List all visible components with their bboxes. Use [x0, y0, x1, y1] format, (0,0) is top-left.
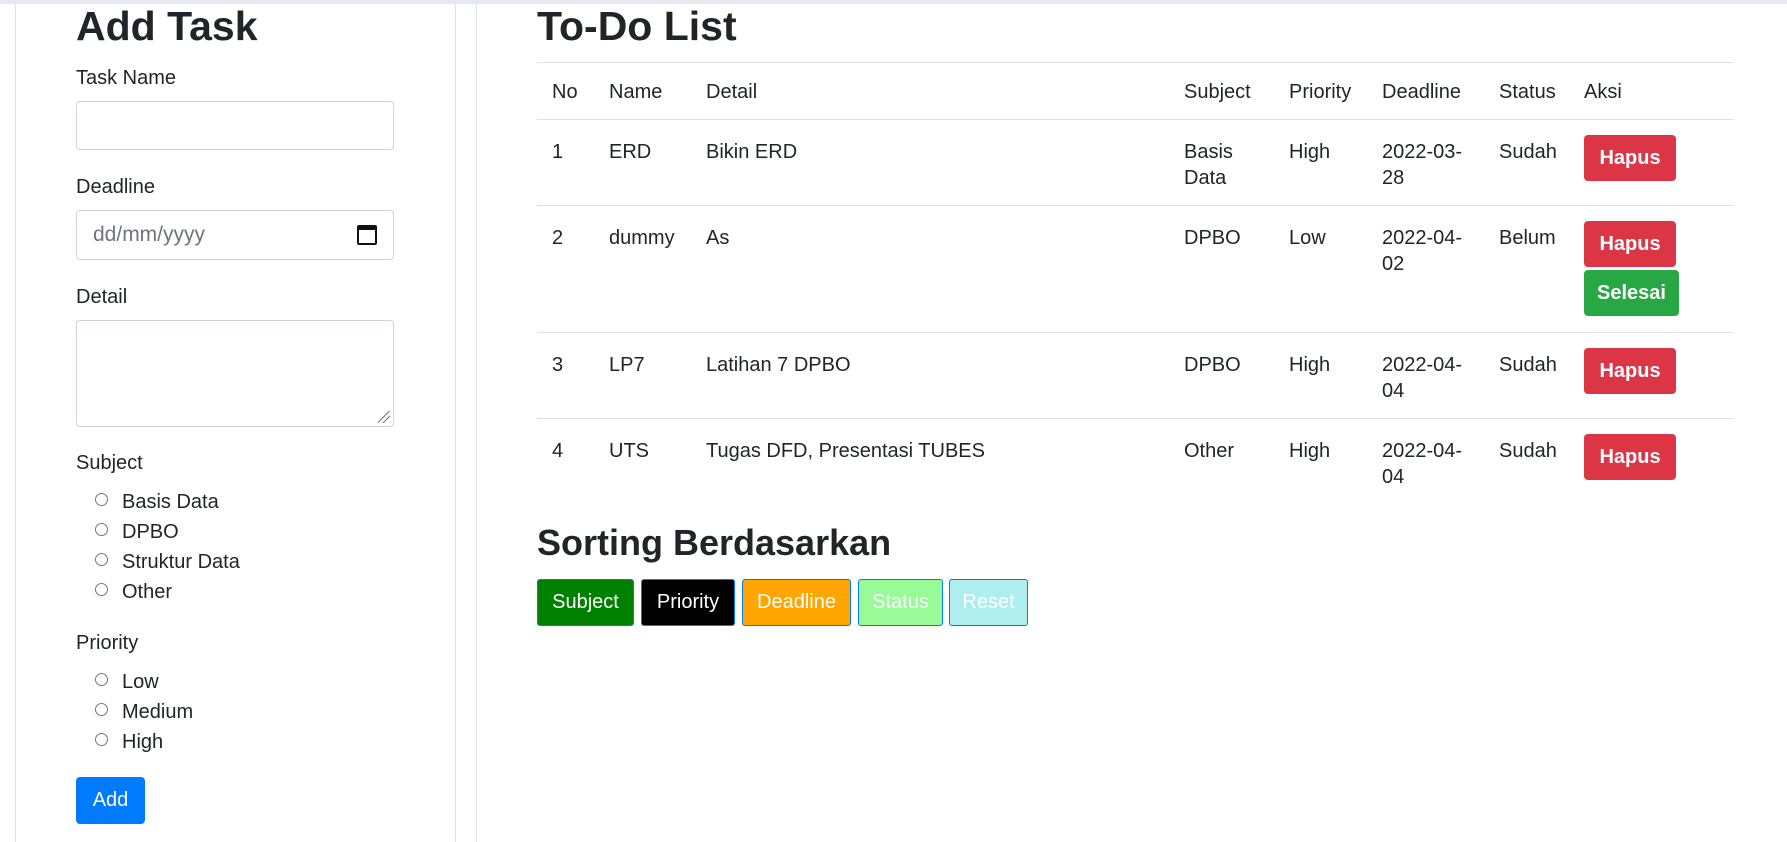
title-divider — [537, 62, 1734, 63]
cell-actions: Hapus — [1569, 332, 1734, 419]
deadline-placeholder: dd/mm/yyyy — [93, 223, 206, 246]
form-title: Add Task — [76, 3, 258, 49]
subject-option-label: Basis Data — [122, 491, 219, 513]
cell-subject: DPBO — [1169, 332, 1274, 419]
detail-textarea[interactable] — [76, 320, 394, 427]
window-top-border — [0, 0, 1787, 4]
column-header-detail: Detail — [691, 65, 1169, 120]
column-header-priority: Priority — [1274, 65, 1367, 120]
radio-basis-data[interactable] — [95, 492, 108, 506]
subject-option-label: Struktur Data — [122, 551, 240, 573]
cell-actions: Hapus — [1569, 419, 1734, 505]
subject-label: Subject — [76, 452, 143, 474]
sort-reset-button[interactable]: Reset — [949, 579, 1028, 626]
detail-label: Detail — [76, 286, 128, 308]
cell-priority: Low — [1274, 205, 1367, 333]
priority-option-high[interactable]: High — [95, 729, 163, 755]
sorting-title: Sorting Berdasarkan — [537, 522, 892, 563]
calendar-icon[interactable] — [357, 225, 377, 245]
subject-option-dpbo[interactable]: DPBO — [95, 519, 179, 545]
priority-option-low[interactable]: Low — [95, 669, 159, 695]
cell-priority: High — [1274, 119, 1367, 206]
add-task-button[interactable]: Add — [76, 777, 145, 824]
task-name-label: Task Name — [76, 67, 177, 89]
cell-status: Belum — [1484, 205, 1569, 333]
page-left-border — [15, 4, 16, 842]
table-row: 2 dummy As DPBO Low 2022-04-02 Belum Hap… — [537, 205, 1734, 333]
form-column-border — [455, 4, 456, 842]
priority-option-label: Medium — [122, 701, 194, 723]
radio-high[interactable] — [95, 732, 108, 746]
radio-medium[interactable] — [95, 702, 108, 716]
deadline-date-input[interactable]: dd/mm/yyyy — [76, 210, 394, 260]
subject-option-label: Other — [122, 581, 173, 603]
table-row: 3 LP7 Latihan 7 DPBO DPBO High 2022-04-0… — [537, 332, 1734, 419]
radio-dpbo[interactable] — [95, 522, 108, 536]
priority-option-label: High — [122, 731, 164, 753]
cell-actions: Hapus Selesai — [1569, 205, 1734, 333]
sort-priority-button[interactable]: Priority — [641, 579, 735, 626]
column-header-no: No — [537, 65, 594, 120]
cell-deadline: 2022-04-04 — [1382, 440, 1463, 488]
column-header-name: Name — [594, 65, 691, 120]
cell-priority: High — [1274, 332, 1367, 419]
sort-status-button[interactable]: Status — [858, 579, 943, 626]
column-header-deadline: Deadline — [1367, 65, 1484, 120]
cell-status: Sudah — [1499, 440, 1557, 462]
cell-detail: As — [691, 205, 1169, 333]
cell-detail: Latihan 7 DPBO — [691, 332, 1169, 419]
hapus-button[interactable]: Hapus — [1584, 348, 1676, 394]
cell-name: dummy — [594, 205, 691, 333]
cell-priority: High — [1289, 440, 1331, 462]
radio-other[interactable] — [95, 582, 108, 596]
cell-actions: Hapus — [1569, 119, 1734, 206]
cell-status: Sudah — [1484, 119, 1569, 206]
list-column-border — [476, 4, 477, 842]
hapus-button[interactable]: Hapus — [1584, 135, 1676, 181]
task-name-input[interactable] — [76, 101, 394, 150]
cell-no: 4 — [552, 440, 564, 462]
todo-table: No Name Detail Subject Priority Deadline… — [537, 65, 1734, 504]
radio-low[interactable] — [95, 672, 108, 686]
table-header-row: No Name Detail Subject Priority Deadline… — [537, 65, 1734, 120]
priority-option-label: Low — [122, 671, 159, 693]
cell-name: UTS — [609, 440, 649, 462]
sort-deadline-button[interactable]: Deadline — [742, 579, 851, 626]
cell-no: 2 — [537, 205, 594, 333]
table-row: 1 ERD Bikin ERD Basis Data High 2022-03-… — [537, 119, 1734, 206]
priority-label: Priority — [76, 632, 139, 654]
subject-option-label: DPBO — [122, 521, 179, 543]
resize-grip-icon[interactable] — [378, 411, 390, 423]
cell-deadline: 2022-04-04 — [1367, 332, 1484, 419]
table-row: 4 UTS Tugas DFD, Presentasi TUBES Other … — [537, 419, 1734, 505]
cell-name: ERD — [594, 119, 691, 206]
cell-name: LP7 — [594, 332, 691, 419]
cell-subject: DPBO — [1169, 205, 1274, 333]
cell-deadline: 2022-03-28 — [1367, 119, 1484, 206]
todo-table-container: No Name Detail Subject Priority Deadline… — [537, 65, 1734, 504]
hapus-button[interactable]: Hapus — [1584, 221, 1676, 267]
subject-option-basis-data[interactable]: Basis Data — [95, 489, 219, 515]
cell-detail: Bikin ERD — [691, 119, 1169, 206]
cell-subject: Other — [1184, 440, 1235, 462]
priority-option-medium[interactable]: Medium — [95, 699, 193, 725]
deadline-label: Deadline — [76, 176, 155, 198]
cell-detail: Tugas DFD, Presentasi TUBES — [706, 440, 985, 462]
cell-status: Sudah — [1484, 332, 1569, 419]
cell-no: 1 — [537, 119, 594, 206]
cell-subject: Basis Data — [1169, 119, 1274, 206]
column-header-status: Status — [1484, 65, 1569, 120]
column-header-subject: Subject — [1169, 65, 1274, 120]
cell-deadline: 2022-04-02 — [1367, 205, 1484, 333]
column-header-aksi: Aksi — [1569, 65, 1734, 120]
sort-subject-button[interactable]: Subject — [537, 579, 634, 626]
hapus-button[interactable]: Hapus — [1584, 434, 1676, 480]
selesai-button[interactable]: Selesai — [1584, 270, 1679, 316]
todo-list-title: To-Do List — [537, 3, 737, 49]
radio-struktur-data[interactable] — [95, 552, 108, 566]
subject-option-other[interactable]: Other — [95, 579, 172, 605]
cell-no: 3 — [537, 332, 594, 419]
subject-option-struktur-data[interactable]: Struktur Data — [95, 549, 240, 575]
